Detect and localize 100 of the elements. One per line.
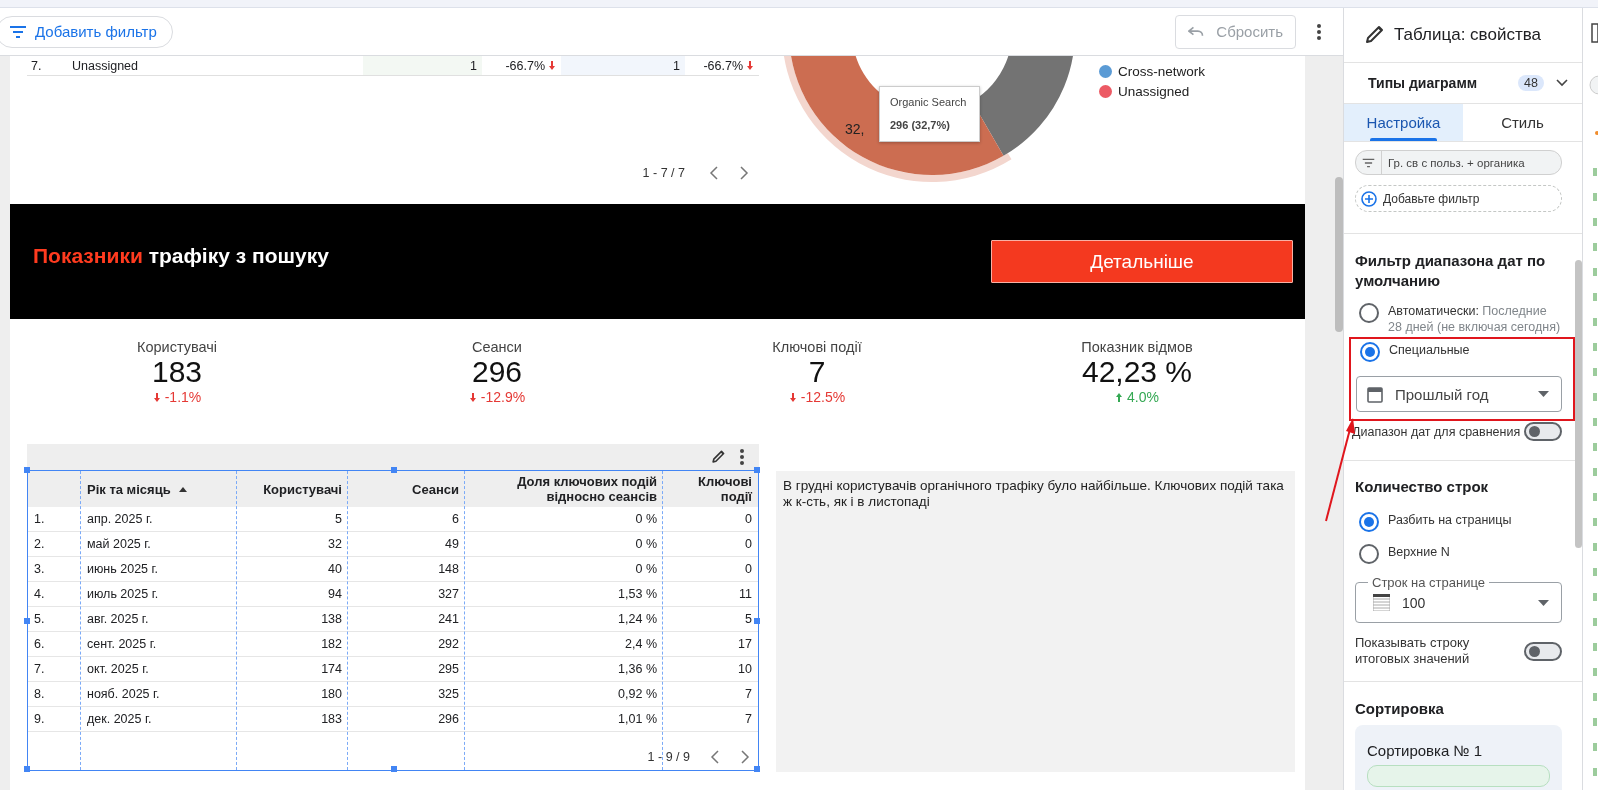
- table-cell-text: 5: [744, 612, 752, 626]
- table-cell-text: 182: [320, 637, 343, 651]
- dropdown-value: Прошлый год: [1395, 385, 1489, 403]
- table-cell-text: 1,01 %: [617, 712, 658, 726]
- panel-tab[interactable]: Настройка: [1344, 104, 1463, 141]
- row-number: 1.: [33, 512, 46, 526]
- table-cell-text: 296: [437, 712, 460, 726]
- table-cell-text: 138: [320, 612, 343, 626]
- scorecard-value: 42,23 %: [1081, 356, 1193, 388]
- table-cell-text: 0 %: [634, 512, 658, 526]
- tooltip-title: Organic Search: [890, 96, 967, 108]
- count-badge: 48: [1518, 75, 1544, 91]
- table-cell-text: 11: [738, 587, 752, 601]
- table-cell-text: Unassigned: [71, 58, 139, 73]
- scorecard-label: Сеанси: [472, 338, 522, 356]
- scorecard-label: Ключові події: [772, 338, 862, 356]
- scorecard-value: 183: [151, 356, 203, 388]
- field-label: Строк на странице: [1368, 575, 1489, 590]
- row-number: 9.: [33, 712, 46, 726]
- add-filter-button[interactable]: Добавьте фильтр: [1355, 185, 1562, 212]
- table-cell-text: 0: [744, 562, 752, 576]
- legend-label: Cross-network: [1118, 64, 1206, 79]
- scorecard-change: 4.0%: [1127, 388, 1159, 406]
- table-cell-text: 10: [737, 662, 752, 676]
- radio-label[interactable]: Специальные: [1389, 342, 1470, 358]
- row-number: 4.: [33, 587, 46, 601]
- table-cell-text: 7.: [30, 58, 43, 73]
- column-header[interactable]: Рік та місяць: [81, 481, 237, 497]
- table-cell-text: 327: [437, 587, 460, 601]
- scorecard-change: -12.5%: [800, 388, 846, 406]
- toggle-label: Диапазон дат для сравнения: [1352, 423, 1521, 440]
- table-cell-text: 7: [744, 712, 752, 726]
- table-cell-text: 180: [320, 687, 343, 701]
- field-value: 100: [1402, 594, 1426, 611]
- table-cell-text: 5: [334, 512, 343, 526]
- row-number: 3.: [33, 562, 46, 576]
- scorecard-change: -12.9%: [480, 388, 526, 406]
- scorecard-value: 296: [471, 356, 523, 388]
- column-header[interactable]: Сеанси: [348, 481, 465, 497]
- table-cell-text: 325: [437, 687, 460, 701]
- table-cell-text: 241: [437, 612, 460, 626]
- pagination-label: 1 - 9 / 9: [647, 750, 690, 764]
- panel-title: Таблица: свойства: [1394, 25, 1541, 45]
- row-number: 6.: [33, 637, 46, 651]
- table-cell-text: 1,24 %: [617, 612, 658, 626]
- radio-label[interactable]: Верхние N: [1388, 544, 1450, 560]
- table-cell-text: 1,53 %: [617, 587, 658, 601]
- slice-label: 32,: [845, 121, 865, 137]
- table-cell-text: 7: [744, 687, 752, 701]
- row-number: 2.: [33, 537, 46, 551]
- column-header[interactable]: Ключові події: [663, 474, 752, 504]
- scorecard-label: Показник відмов: [1081, 338, 1193, 356]
- table-cell: 1: [470, 58, 477, 73]
- column-header[interactable]: Доля ключових подій відносно сеансів: [465, 474, 663, 504]
- scorecard-change: -1.1%: [164, 388, 202, 406]
- table-cell-text: 2,4 %: [624, 637, 658, 651]
- table-cell-text: дек. 2025 г.: [86, 712, 153, 726]
- table-cell-text: 0 %: [634, 537, 658, 551]
- pagination-label: 1 - 7 / 7: [642, 166, 685, 180]
- toggle-label: Показывать строку итоговых значений: [1355, 635, 1471, 667]
- banner-title: Показники трафіку з пошуку: [33, 243, 329, 268]
- row-number: 8.: [33, 687, 46, 701]
- table-cell-text: 6: [451, 512, 460, 526]
- table-cell-text: 174: [320, 662, 343, 676]
- table-cell-text: 292: [437, 637, 460, 651]
- sort-card-title: Сортировка № 1: [1367, 742, 1483, 759]
- scorecard-value: 7: [808, 356, 826, 388]
- table-cell-text: 1,36 %: [617, 662, 658, 676]
- table-cell-text: окт. 2025 г.: [86, 662, 150, 676]
- details-button[interactable]: Детальніше: [991, 240, 1293, 283]
- tooltip-value: 296 (32,7%): [890, 119, 951, 131]
- radio-label[interactable]: Автоматически: Последние 28 дней (не включая сегодня): [1388, 303, 1562, 335]
- radio-label[interactable]: Разбить на страницы: [1388, 512, 1512, 528]
- table-cell-text: май 2025 г.: [86, 537, 152, 551]
- table-cell-text: 32: [327, 537, 343, 551]
- filter-chip-label: Гр. св с польз. + органика: [1388, 156, 1525, 169]
- text-note: В грудні користувачів органічного трафіку було найбільше. Ключових подій така ж к-сть, як і в листопаді: [776, 471, 1295, 772]
- table-cell-text: 0,92 %: [617, 687, 658, 701]
- date-range-dropdown[interactable]: Прошлый год: [1356, 376, 1562, 412]
- table-cell-text: 0: [744, 537, 752, 551]
- row-number: 5.: [33, 612, 46, 626]
- column-header[interactable]: Користувачі: [237, 481, 348, 497]
- add-filter-button[interactable]: Добавить фильтр: [0, 15, 173, 48]
- table-cell-text: сент. 2025 г.: [86, 637, 158, 651]
- table-cell-text: нояб. 2025 г.: [86, 687, 161, 701]
- row-number: 7.: [33, 662, 46, 676]
- table-cell-text: 183: [320, 712, 343, 726]
- table-cell-text: 295: [437, 662, 460, 676]
- scorecard-label: Користувачі: [136, 338, 217, 356]
- table-cell-text: 148: [437, 562, 460, 576]
- table-cell-text: июль 2025 г.: [86, 587, 160, 601]
- filter-chip[interactable]: Гр. св с польз. + органика: [1355, 150, 1562, 175]
- table-cell-text: 17: [737, 637, 752, 651]
- table-cell: 1: [673, 58, 680, 73]
- table-cell-text: 40: [327, 562, 343, 576]
- legend-label: Unassigned: [1118, 84, 1190, 99]
- table-cell-text: 0 %: [634, 562, 658, 576]
- table-cell-text: 49: [444, 537, 460, 551]
- table-cell-text: апр. 2025 г.: [86, 512, 154, 526]
- table-cell-text: авг. 2025 г.: [86, 612, 150, 626]
